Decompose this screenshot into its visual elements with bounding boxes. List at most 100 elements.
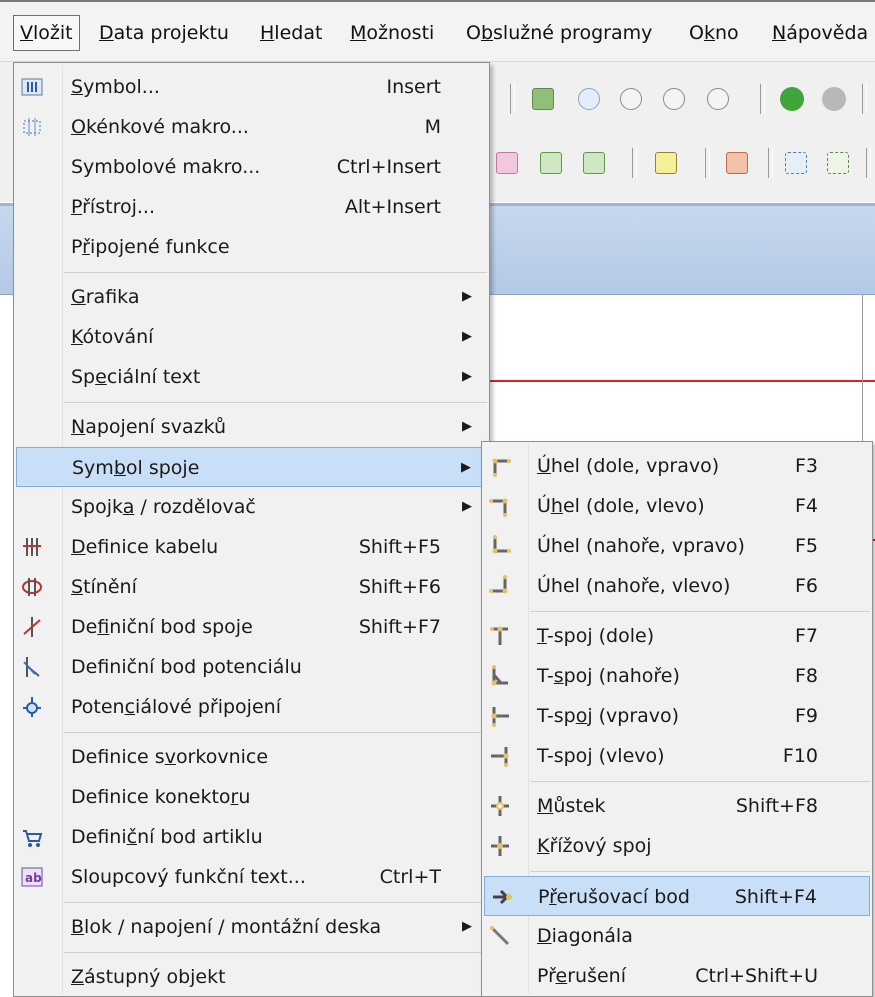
- placeholder-icon[interactable]: [785, 152, 807, 174]
- insert-placeholder-icon[interactable]: [827, 152, 849, 174]
- submenu-item-t-spoj-vlevo[interactable]: T-spoj (vlevo) F10: [482, 736, 872, 776]
- shortcut-label: Shift+F6: [358, 576, 441, 598]
- back-icon[interactable]: [780, 87, 804, 111]
- menu-item-symbolove-makro[interactable]: Symbolové makro... Ctrl+Insert: [14, 147, 489, 187]
- toolbar-separator: [862, 84, 867, 114]
- toolbar-separator: [705, 148, 710, 178]
- cable-definition-icon: [20, 535, 44, 559]
- t-junction-up-icon: [488, 664, 512, 688]
- menubar-okno[interactable]: Okno: [683, 16, 745, 50]
- menu-separator: [64, 732, 487, 733]
- shortcut-label: Insert: [386, 76, 442, 98]
- menubar-napoveda[interactable]: Nápověda: [766, 16, 874, 50]
- svg-text:ab: ab: [25, 871, 42, 885]
- page-up-icon[interactable]: [540, 152, 562, 174]
- shortcut-label: Shift+F4: [734, 886, 817, 908]
- shortcut-label: F6: [794, 575, 818, 597]
- menu-item-definice-svorkovnice[interactable]: Definice svorkovnice: [14, 737, 489, 777]
- submenu-arrow-icon: ▶: [462, 329, 472, 344]
- submenu-item-prerusovaci-bod[interactable]: Přerušovací bod Shift+F4: [484, 876, 870, 916]
- insert-menu: Symbol... Insert Okénkové makro... M Sym…: [13, 62, 490, 997]
- menu-item-napojeni-svazku[interactable]: Napojení svazků ▶: [14, 407, 489, 447]
- menu-separator: [530, 871, 870, 872]
- t-junction-right-icon: [488, 704, 512, 728]
- submenu-item-t-spoj-dole[interactable]: T-spoj (dole) F7: [482, 616, 872, 656]
- menu-item-symbol[interactable]: Symbol... Insert: [14, 67, 489, 107]
- t-junction-left-icon: [488, 744, 512, 768]
- window-macro-icon: [20, 115, 44, 139]
- menu-item-definice-konektoru[interactable]: Definice konektoru: [14, 777, 489, 817]
- shortcut-label: F9: [794, 705, 818, 727]
- menubar-data-projektu[interactable]: Data projektu: [93, 16, 235, 50]
- submenu-item-t-spoj-vpravo[interactable]: T-spoj (vpravo) F9: [482, 696, 872, 736]
- menu-item-kotovani[interactable]: Kótování ▶: [14, 317, 489, 357]
- shortcut-label: Ctrl+T: [379, 866, 441, 888]
- menubar-moznosti[interactable]: Možnosti: [344, 16, 440, 50]
- menubar-hledat[interactable]: Hledat: [254, 16, 328, 50]
- menu-item-zastupny-objekt[interactable]: Zástupný objekt: [14, 957, 489, 997]
- shortcut-label: Shift+F5: [358, 536, 441, 558]
- table-icon[interactable]: [655, 152, 677, 174]
- undo-icon[interactable]: [496, 152, 518, 174]
- menu-separator: [530, 611, 870, 612]
- zoom-100-icon[interactable]: [707, 88, 729, 110]
- shortcut-label: Shift+F7: [358, 616, 441, 638]
- submenu-item-diagonala[interactable]: Diagonála: [482, 916, 872, 956]
- menu-item-potencialove-pripojeni[interactable]: Potenciálové připojení: [14, 687, 489, 727]
- menu-item-definicni-bod-spoje[interactable]: Definiční bod spoje Shift+F7: [14, 607, 489, 647]
- submenu-item-uhel-nahore-vlevo[interactable]: Úhel (nahoře, vlevo) F6: [482, 566, 872, 606]
- menu-item-pripojene-funkce[interactable]: Připojené funkce: [14, 227, 489, 267]
- menu-separator: [530, 781, 870, 782]
- menu-item-blok-napojeni-montazni-deska[interactable]: Blok / napojení / montážní deska ▶: [14, 907, 489, 947]
- toolbar-separator: [760, 84, 765, 114]
- menu-item-symbol-spoje[interactable]: Symbol spoje ▶: [16, 447, 487, 487]
- potential-connection-icon: [20, 695, 44, 719]
- connection-point-icon: [20, 615, 44, 639]
- submenu-item-uhel-dole-vpravo[interactable]: Úhel (dole, vpravo) F3: [482, 446, 872, 486]
- menu-separator: [64, 402, 487, 403]
- menu-item-spojka-rozdelovac[interactable]: Spojka / rozdělovač ▶: [14, 487, 489, 527]
- report-icon[interactable]: [726, 152, 748, 174]
- zoom-in-icon[interactable]: [620, 88, 642, 110]
- diagonal-icon: [488, 924, 512, 948]
- menu-item-specialni-text[interactable]: Speciální text ▶: [14, 357, 489, 397]
- red-potential-line: [480, 380, 875, 382]
- toolbar-separator: [632, 148, 637, 178]
- t-junction-down-icon: [488, 624, 512, 648]
- submenu-item-preruseni[interactable]: Přerušení Ctrl+Shift+U: [482, 956, 872, 996]
- submenu-item-uhel-dole-vlevo[interactable]: Úhel (dole, vlevo) F4: [482, 486, 872, 526]
- menubar-obsluzne-programy[interactable]: Obslužné programy: [460, 16, 658, 50]
- zoom-circle-icon[interactable]: [578, 88, 600, 110]
- refresh-icon[interactable]: [532, 88, 554, 110]
- menu-item-okenkove-makro[interactable]: Okénkové makro... M: [14, 107, 489, 147]
- menu-item-stineni[interactable]: Stínění Shift+F6: [14, 567, 489, 607]
- menu-item-definicni-bod-artiklu[interactable]: Definiční bod artiklu: [14, 817, 489, 857]
- submenu-arrow-icon: ▶: [462, 369, 472, 384]
- submenu-item-uhel-nahore-vpravo[interactable]: Úhel (nahoře, vpravo) F5: [482, 526, 872, 566]
- shortcut-label: F4: [794, 495, 818, 517]
- cross-junction-icon: [488, 834, 512, 858]
- submenu-arrow-icon: ▶: [461, 460, 471, 475]
- menubar-vlozit[interactable]: Vložit: [13, 15, 80, 51]
- submenu-arrow-icon: ▶: [462, 499, 472, 514]
- submenu-arrow-icon: ▶: [462, 289, 472, 304]
- menu-item-pristroj[interactable]: Přístroj... Alt+Insert: [14, 187, 489, 227]
- symbol-spoje-submenu: Úhel (dole, vpravo) F3 Úhel (dole, vlevo…: [481, 441, 873, 997]
- submenu-item-krizovy-spoj[interactable]: Křížový spoj: [482, 826, 872, 866]
- submenu-item-mustek[interactable]: Můstek Shift+F8: [482, 786, 872, 826]
- page-down-icon[interactable]: [583, 152, 605, 174]
- menu-item-definicni-bod-potencialu[interactable]: Definiční bod potenciálu: [14, 647, 489, 687]
- bridge-icon: [488, 794, 512, 818]
- submenu-item-t-spoj-nahore[interactable]: T-spoj (nahoře) F8: [482, 656, 872, 696]
- menu-item-grafika[interactable]: Grafika ▶: [14, 277, 489, 317]
- menu-item-sloupcovy-funkcni-text[interactable]: ab Sloupcový funkční text... Ctrl+T: [14, 857, 489, 897]
- shortcut-label: M: [424, 116, 441, 138]
- zoom-out-icon[interactable]: [663, 88, 685, 110]
- shortcut-label: F5: [794, 535, 818, 557]
- shortcut-label: F10: [782, 745, 818, 767]
- forward-icon[interactable]: [822, 87, 846, 111]
- menu-item-definice-kabelu[interactable]: Definice kabelu Shift+F5: [14, 527, 489, 567]
- toolbar-separator: [768, 148, 773, 178]
- shortcut-label: F7: [794, 625, 818, 647]
- column-text-icon: ab: [20, 865, 44, 889]
